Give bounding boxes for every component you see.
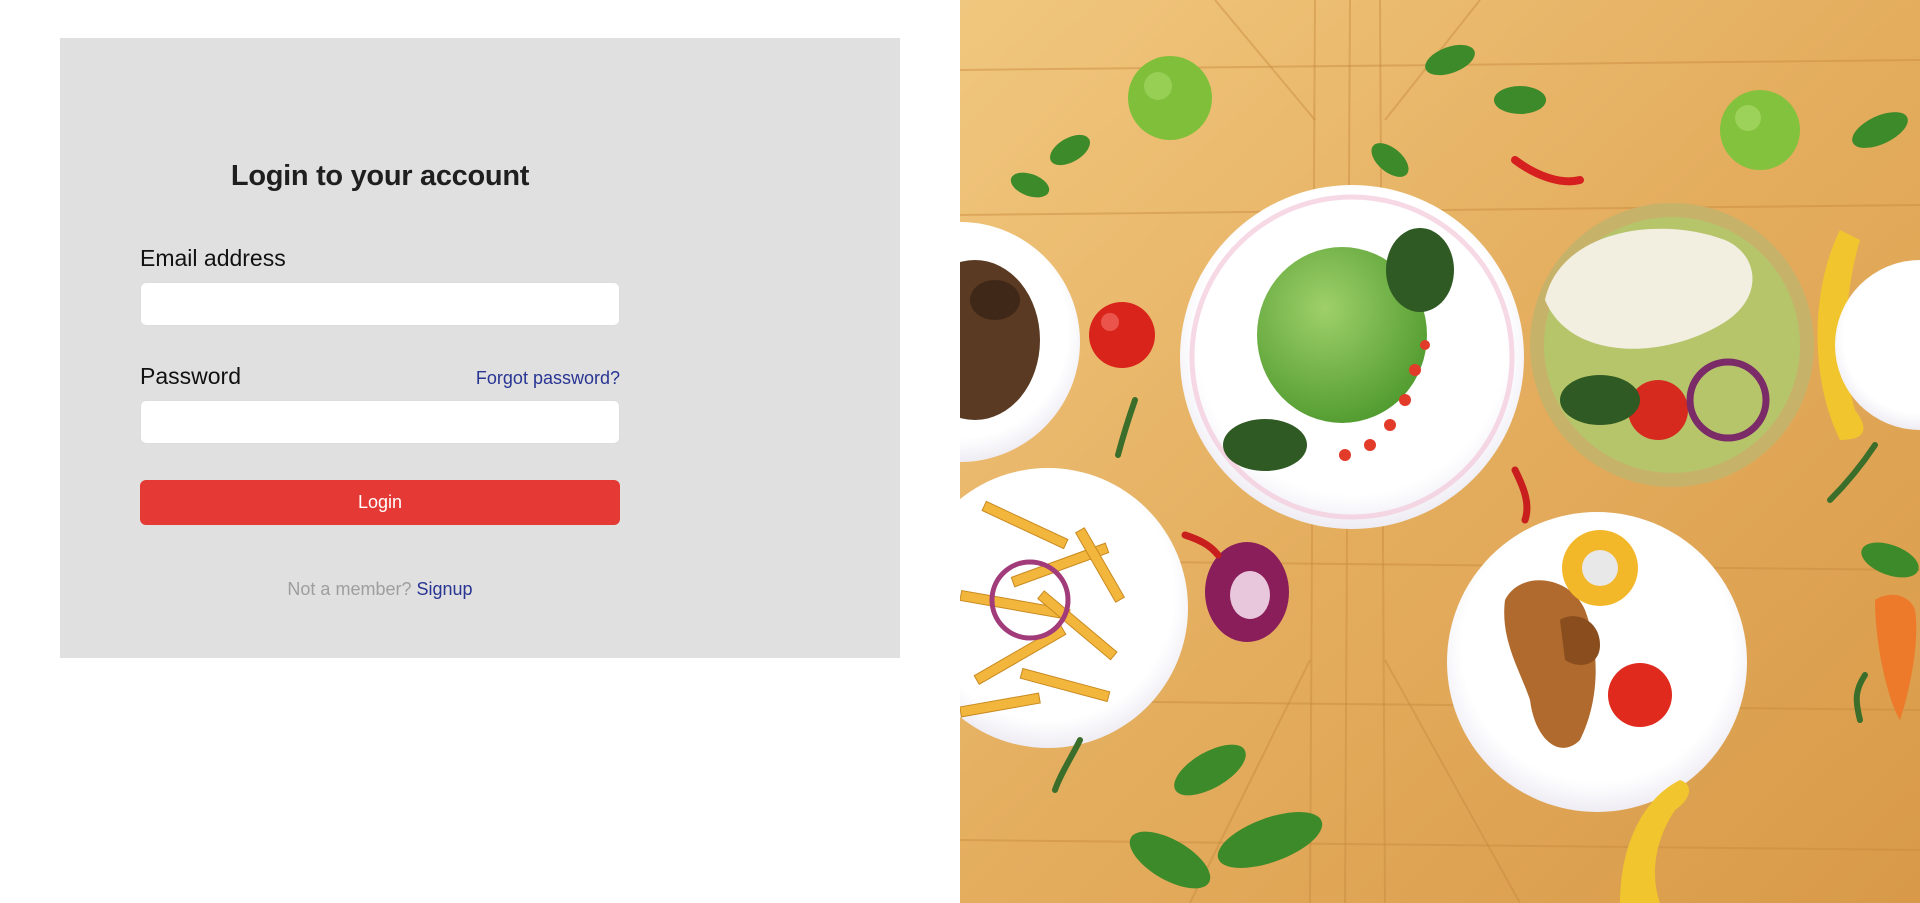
signup-row: Not a member? Signup [140, 577, 620, 601]
password-label-row: Password Forgot password? [140, 362, 620, 390]
page-title: Login to your account [230, 160, 530, 192]
login-page: Login to your account Email address Pass… [0, 0, 1920, 903]
signup-link[interactable]: Signup [417, 579, 473, 599]
login-form: Login to your account Email address Pass… [140, 158, 620, 601]
forgot-password-link[interactable]: Forgot password? [476, 366, 620, 390]
hero-image-pane [960, 0, 1920, 903]
signup-prompt: Not a member? [287, 579, 412, 599]
email-label: Email address [140, 245, 286, 271]
left-pane: Login to your account Email address Pass… [0, 0, 960, 903]
password-label: Password [140, 363, 241, 389]
password-field[interactable] [140, 400, 620, 444]
login-card: Login to your account Email address Pass… [60, 38, 900, 658]
login-button[interactable]: Login [140, 480, 620, 525]
email-field[interactable] [140, 282, 620, 326]
food-photo-icon [960, 0, 1920, 903]
